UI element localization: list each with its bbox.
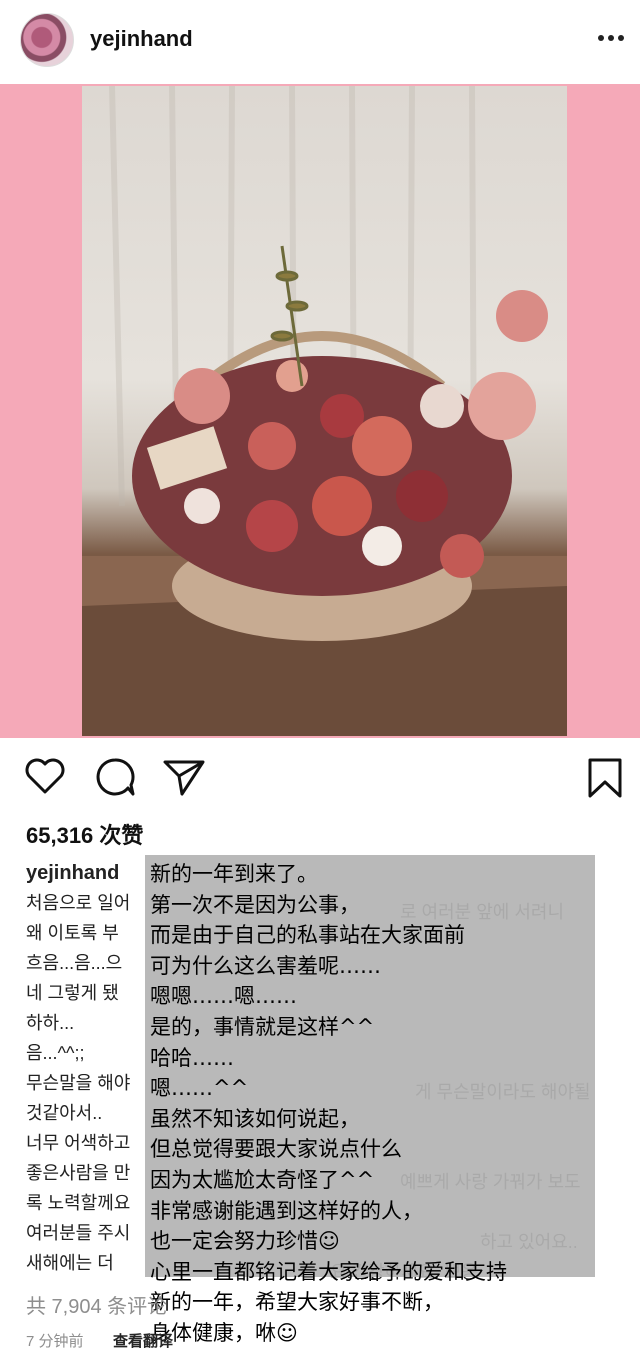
translation-line: 第一次不是因为公事， xyxy=(150,892,360,917)
translation-line: 也一定会努力珍惜☺ xyxy=(150,1229,340,1254)
translation-line: 嗯……^^ xyxy=(150,1076,249,1101)
action-bar xyxy=(0,750,640,810)
post-username[interactable]: yejinhand xyxy=(90,26,193,52)
view-comments-link[interactable]: 共 7,904 条评论 xyxy=(26,1290,167,1319)
bookmark-icon[interactable] xyxy=(586,756,624,800)
post-header: yejinhand xyxy=(0,0,640,82)
avatar[interactable] xyxy=(20,13,74,67)
more-options-icon[interactable] xyxy=(596,28,626,48)
translation-line: 新的一年，希望大家好事不断， xyxy=(150,1290,444,1315)
post-timestamp: 7 分钟前 xyxy=(26,1333,84,1350)
translation-line: 但总觉得要跟大家说点什么 xyxy=(150,1137,402,1162)
flower-basket-photo xyxy=(82,86,567,736)
translation-line: 非常感谢能遇到这样好的人， xyxy=(150,1198,423,1223)
translation-line: 哈哈…… xyxy=(150,1045,234,1070)
translation-overlay: 新的一年到来了。 第一次不是因为公事， 而是由于自己的私事站在大家面前 可为什么… xyxy=(145,855,595,1345)
translation-line: 因为太尴尬太奇怪了^^ xyxy=(150,1167,375,1192)
translation-line: 新的一年到来了。 xyxy=(150,862,318,886)
like-count[interactable]: 65,316 次赞 xyxy=(26,818,143,850)
translation-line: 心里一直都铭记着大家给予的爱和支持 xyxy=(150,1259,507,1284)
translation-line: 是的，事情就是这样^^ xyxy=(150,1014,375,1039)
heart-icon[interactable] xyxy=(24,756,66,796)
translation-line: 嗯嗯……嗯…… xyxy=(150,984,297,1009)
caption-username[interactable]: yejinhand xyxy=(26,862,119,884)
share-icon[interactable] xyxy=(162,756,206,798)
comment-icon[interactable] xyxy=(94,756,136,798)
see-translation-link[interactable]: 查看翻译 xyxy=(113,1330,173,1351)
translation-line: 身体健康，咻☺ xyxy=(150,1320,298,1345)
post-image[interactable] xyxy=(0,84,640,738)
translation-line: 虽然不知该如何说起， xyxy=(150,1106,360,1131)
translation-line: 可为什么这么害羞呢…… xyxy=(150,953,381,978)
translation-line: 而是由于自己的私事站在大家面前 xyxy=(150,923,465,948)
